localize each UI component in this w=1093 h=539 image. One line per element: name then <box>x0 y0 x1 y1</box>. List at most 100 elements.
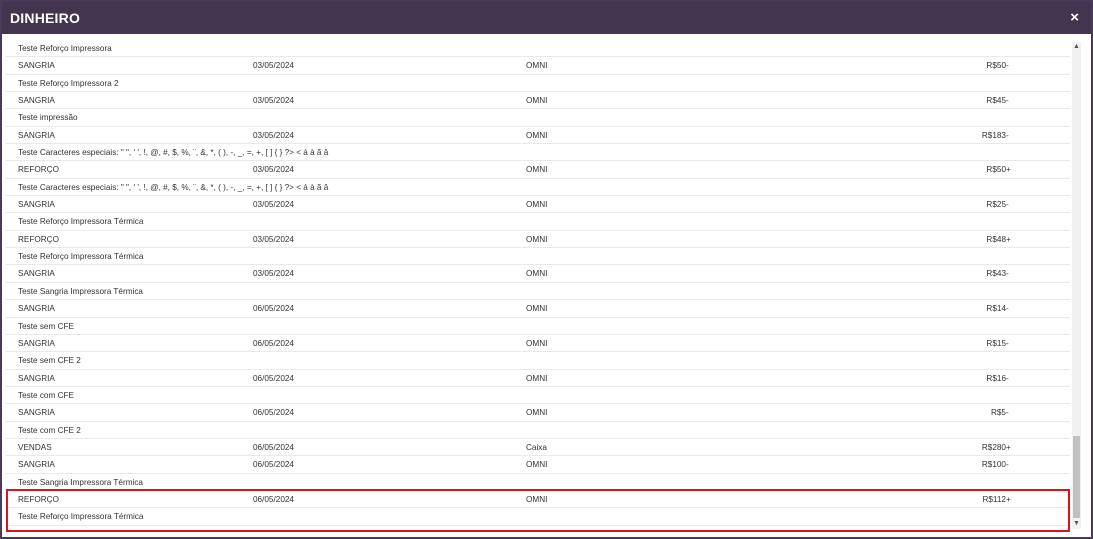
movement-value: R$100 <box>981 460 1006 470</box>
movement-sign: - <box>1006 338 1009 348</box>
movement-value: R$48 <box>986 234 1006 244</box>
movement-entry-row[interactable]: REFORÇO 03/05/2024 OMNI R$50 + <box>6 161 1070 179</box>
movement-description-row[interactable]: Teste impressão <box>6 109 1070 127</box>
movement-entry-row[interactable]: SANGRIA 06/05/2024 OMNI R$100- <box>6 456 1070 474</box>
movement-entry-row[interactable]: SANGRIA 06/05/2024 OMNI R$5- <box>6 404 1070 422</box>
movement-value: R$50 <box>986 61 1006 71</box>
movement-sign: - <box>1006 200 1009 210</box>
movement-entry-row[interactable]: SANGRIA 06/05/2024 OMNI R$14- <box>6 300 1070 318</box>
movement-date: 03/05/2024 <box>253 234 294 244</box>
movement-sign: + <box>1006 165 1011 175</box>
movement-type: SANGRIA <box>18 408 55 418</box>
movement-source: OMNI <box>526 269 548 279</box>
movement-type: REFORÇO <box>18 165 59 175</box>
movement-date: 03/05/2024 <box>253 269 294 279</box>
movement-sign: - <box>1006 61 1009 71</box>
movement-date: 06/05/2024 <box>253 338 294 348</box>
movement-description: Teste Reforço Impressora <box>18 44 112 53</box>
movement-sign: - <box>1006 130 1009 140</box>
movement-sign: - <box>1006 96 1009 106</box>
movement-type: SANGRIA <box>18 373 55 383</box>
movement-date: 06/05/2024 <box>253 460 294 470</box>
movement-value: R$14 <box>986 304 1006 314</box>
movement-type: SANGRIA <box>18 338 55 348</box>
movement-description-row[interactable]: Teste Caracteres especiais: " ", ' ', !,… <box>6 179 1070 197</box>
movement-date: 03/05/2024 <box>253 61 294 71</box>
movement-date: 06/05/2024 <box>253 408 294 418</box>
movement-value: R$183 <box>981 130 1006 140</box>
movement-entry-row[interactable]: SANGRIA 03/05/2024 OMNI R$50- <box>6 57 1070 75</box>
movement-entry-row[interactable]: SANGRIA 06/05/2024 OMNI R$16- <box>6 370 1070 387</box>
movement-description: Teste sem CFE 2 <box>18 356 81 366</box>
movement-entry-row[interactable]: VENDAS 06/05/2024 Caixa R$280 + <box>6 439 1070 457</box>
movement-type: SANGRIA <box>18 304 55 314</box>
movement-date: 03/05/2024 <box>253 130 294 140</box>
movement-date: 03/05/2024 <box>253 200 294 210</box>
movement-date: 03/05/2024 <box>253 165 294 175</box>
movement-description-row[interactable]: Teste com CFE 2 <box>6 422 1070 439</box>
movement-date: 06/05/2024 <box>253 373 294 383</box>
movement-type: SANGRIA <box>18 269 55 279</box>
movement-description: Teste Caracteres especiais: " ", ' ', !,… <box>18 148 329 158</box>
movement-type: REFORÇO <box>18 234 59 244</box>
movement-description: Teste com CFE 2 <box>18 425 81 435</box>
movement-description-row[interactable]: Teste Reforço Impressora Térmica <box>6 213 1070 231</box>
movement-description-row[interactable]: Teste sem CFE <box>6 318 1070 335</box>
movement-type: SANGRIA <box>18 61 55 71</box>
scroll-down-icon[interactable]: ▼ <box>1072 519 1081 529</box>
cash-movements-dialog: DINHEIRO × Teste Reforço Impressora SANGR… <box>0 0 1093 539</box>
movement-description-row[interactable]: Teste com CFE <box>6 387 1070 405</box>
movement-date: 06/05/2024 <box>253 304 294 314</box>
vertical-scrollbar[interactable]: ▲ ▼ <box>1072 42 1081 529</box>
scrollbar-thumb[interactable] <box>1073 436 1080 518</box>
scroll-up-icon[interactable]: ▲ <box>1072 42 1081 52</box>
movement-source: OMNI <box>526 373 548 383</box>
close-icon[interactable]: × <box>1070 9 1079 26</box>
movement-source: OMNI <box>526 200 548 210</box>
movement-value: R$16 <box>986 373 1006 383</box>
highlighted-movement <box>6 489 1070 532</box>
movement-source: OMNI <box>526 304 548 314</box>
movement-entry-row[interactable]: SANGRIA 06/05/2024 OMNI R$15- <box>6 335 1070 353</box>
movement-source: OMNI <box>526 130 548 140</box>
movement-sign: - <box>1006 460 1009 470</box>
movement-entry-row[interactable]: SANGRIA 03/05/2024 OMNI R$183- <box>6 127 1070 145</box>
movement-value: R$15 <box>986 338 1006 348</box>
movements-list[interactable]: Teste Reforço Impressora SANGRIA 03/05/202… <box>6 40 1070 537</box>
movement-description: Teste Sangria Impressora Térmica <box>18 477 143 487</box>
movement-source: OMNI <box>526 165 548 175</box>
movement-sign: - <box>1006 408 1009 418</box>
movement-entry-row[interactable]: REFORÇO 03/05/2024 OMNI R$48 + <box>6 231 1070 249</box>
movement-description-row[interactable]: Teste Reforço Impressora Térmica <box>6 248 1070 266</box>
movement-type: VENDAS <box>18 442 52 452</box>
movement-description: Teste Reforço Impressora Térmica <box>18 217 144 227</box>
movement-source: OMNI <box>526 96 548 106</box>
movement-entry-row[interactable]: SANGRIA 03/05/2024 OMNI R$43- <box>6 265 1070 283</box>
movement-description: Teste sem CFE <box>18 321 74 331</box>
movement-type: SANGRIA <box>18 96 55 106</box>
movement-sign: + <box>1006 234 1011 244</box>
movement-source: OMNI <box>526 234 548 244</box>
movement-entry-row[interactable]: SANGRIA 03/05/2024 OMNI R$45- <box>6 92 1070 110</box>
movement-value: R$45 <box>986 96 1006 106</box>
dialog-titlebar: DINHEIRO × <box>2 2 1091 34</box>
movement-description: Teste Sangria Impressora Térmica <box>18 286 143 296</box>
movement-source: OMNI <box>526 338 548 348</box>
movement-description: Teste com CFE <box>18 390 74 400</box>
movement-source: OMNI <box>526 460 548 470</box>
movement-type: SANGRIA <box>18 200 55 210</box>
movement-entry-row[interactable]: SANGRIA 03/05/2024 OMNI R$25- <box>6 196 1070 214</box>
movement-description-row[interactable]: Teste Caracteres especiais: " ", ' ', !,… <box>6 144 1070 162</box>
movement-sign: - <box>1006 269 1009 279</box>
movement-value: R$43 <box>986 269 1006 279</box>
movement-source: OMNI <box>526 408 548 418</box>
movement-date: 06/05/2024 <box>253 442 294 452</box>
movement-description-row[interactable]: Teste Sangria Impressora Térmica <box>6 283 1070 301</box>
movement-description-row[interactable]: Teste sem CFE 2 <box>6 352 1070 370</box>
movement-value: R$25 <box>986 200 1006 210</box>
movement-type: SANGRIA <box>18 130 55 140</box>
movement-description-row[interactable]: Teste Reforço Impressora <box>6 40 1070 58</box>
movement-source: OMNI <box>526 61 548 71</box>
movement-description-row[interactable]: Teste Reforço Impressora 2 <box>6 75 1070 93</box>
movement-sign: - <box>1006 304 1009 314</box>
